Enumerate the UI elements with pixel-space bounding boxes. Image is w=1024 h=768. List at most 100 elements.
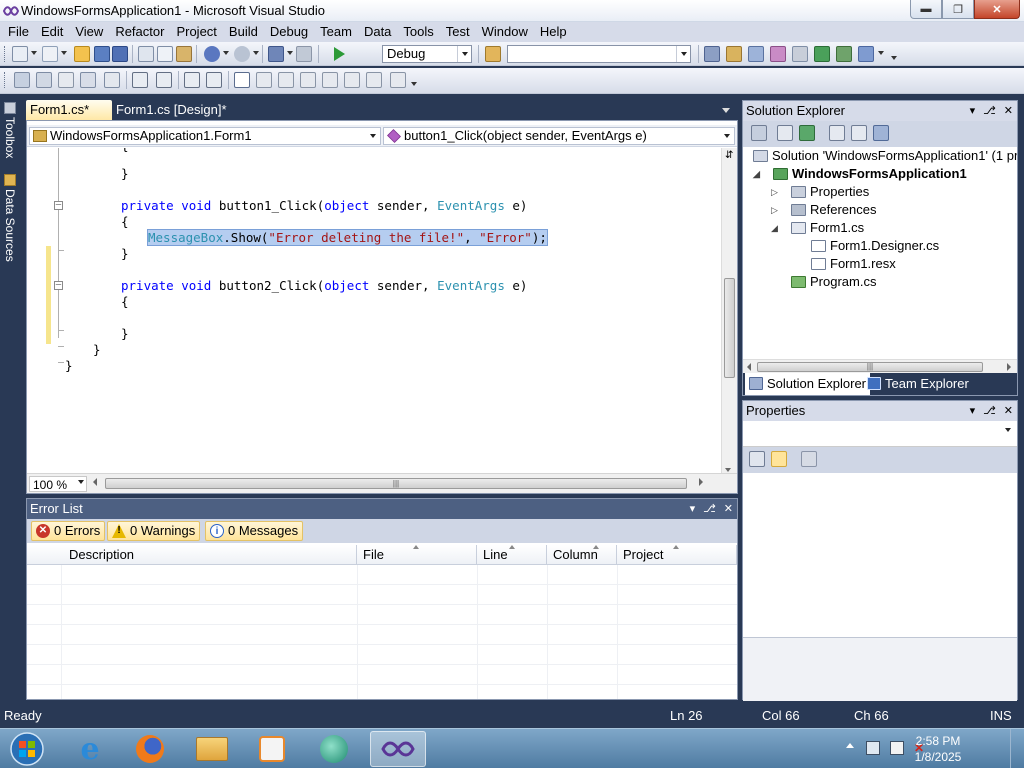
find-in-files-icon[interactable] — [485, 46, 501, 62]
tab-solution-explorer[interactable]: Solution Explorer — [745, 373, 870, 395]
solution-explorer-icon[interactable] — [704, 46, 720, 62]
tree-item-form1-cs[interactable]: ◢ Form1.cs — [771, 219, 864, 237]
navigate-forward-icon[interactable] — [296, 46, 312, 62]
start-button[interactable] — [0, 731, 54, 767]
editor-vertical-scrollbar[interactable]: ⇵ — [721, 148, 737, 474]
start-page-icon[interactable] — [814, 46, 830, 62]
scrollbar-thumb[interactable] — [724, 278, 735, 378]
show-all-files-icon[interactable] — [777, 125, 793, 141]
uncomment-lines-icon[interactable] — [206, 72, 222, 88]
data-sources-tab[interactable]: Data Sources — [2, 174, 18, 262]
toolbar-grip[interactable] — [4, 72, 7, 88]
view-code-icon[interactable] — [829, 125, 845, 141]
show-desktop-button[interactable] — [1010, 729, 1024, 768]
add-item-dropdown-icon[interactable] — [61, 51, 67, 55]
warnings-filter-button[interactable]: ! 0 Warnings — [107, 521, 201, 541]
code-text-area[interactable]: – – { } private void button1_Click(objec… — [27, 148, 721, 474]
paste-icon[interactable] — [176, 46, 192, 62]
tab-form1-cs[interactable]: Form1.cs* — [26, 100, 112, 120]
undo-dropdown-icon[interactable] — [223, 51, 229, 55]
alphabetical-icon[interactable] — [771, 451, 787, 467]
property-pages-icon[interactable] — [801, 451, 817, 467]
scroll-right-icon[interactable] — [1007, 363, 1011, 371]
column-header-project[interactable]: Project — [617, 545, 737, 565]
view-designer-icon[interactable] — [851, 125, 867, 141]
redo-icon[interactable] — [234, 46, 250, 62]
collapse-region-button[interactable]: – — [54, 201, 63, 210]
solution-explorer-horizontal-scrollbar[interactable]: ||| — [743, 359, 1017, 373]
add-item-icon[interactable] — [42, 46, 58, 62]
taskbar-firefox[interactable] — [122, 731, 178, 767]
menu-data[interactable]: Data — [358, 22, 397, 42]
solution-configuration-dropdown[interactable]: Debug — [382, 45, 472, 63]
toolbox-tab[interactable]: Toolbox — [2, 102, 18, 158]
quick-info-icon[interactable] — [58, 72, 74, 88]
find-combo-box[interactable] — [507, 45, 691, 63]
save-all-icon[interactable] — [112, 46, 128, 62]
start-debugging-icon[interactable] — [332, 46, 346, 62]
menu-edit[interactable]: Edit — [35, 22, 69, 42]
close-icon[interactable]: ✕ — [724, 499, 733, 519]
scroll-down-icon[interactable] — [725, 468, 731, 472]
tree-item-project[interactable]: ◢ WindowsFormsApplication1 — [753, 165, 967, 183]
comment-lines-icon[interactable] — [184, 72, 200, 88]
taskbar-visual-studio[interactable] — [370, 731, 426, 767]
next-bookmark-in-folder-icon[interactable] — [322, 72, 338, 88]
horizontal-scroll-track[interactable]: ||| — [101, 476, 691, 491]
previous-bookmark-in-folder-icon[interactable] — [300, 72, 316, 88]
collapse-icon[interactable]: ◢ — [753, 165, 760, 183]
taskbar-internet-explorer[interactable]: e — [62, 731, 118, 767]
messages-filter-button[interactable]: i 0 Messages — [205, 521, 304, 541]
collapse-icon[interactable]: ◢ — [771, 219, 778, 237]
column-header-line[interactable]: Line — [477, 545, 547, 565]
complete-word-icon[interactable] — [80, 72, 96, 88]
command-window-icon[interactable] — [858, 46, 874, 62]
scrollbar-thumb[interactable]: ||| — [757, 362, 983, 372]
object-selector-dropdown[interactable] — [743, 421, 1017, 447]
toggle-bookmark-icon[interactable] — [234, 72, 250, 88]
show-hidden-icons-icon[interactable] — [846, 743, 854, 748]
window-position-dropdown-icon[interactable]: ▾ — [970, 101, 976, 121]
toolbar-overflow-icon[interactable] — [411, 82, 417, 86]
collapse-region-button[interactable]: – — [54, 281, 63, 290]
close-icon[interactable]: ✕ — [1004, 101, 1013, 121]
extension-manager-icon[interactable] — [792, 46, 808, 62]
scroll-left-icon[interactable] — [93, 478, 97, 486]
menu-help[interactable]: Help — [534, 22, 573, 42]
object-browser-icon[interactable] — [748, 46, 764, 62]
increase-indent-icon[interactable] — [156, 72, 172, 88]
decrease-indent-icon[interactable] — [132, 72, 148, 88]
save-icon[interactable] — [94, 46, 110, 62]
close-button[interactable]: ✕ — [974, 0, 1020, 19]
taskbar-file-explorer[interactable] — [184, 731, 240, 767]
expand-icon[interactable]: ▷ — [771, 201, 778, 219]
pin-icon[interactable]: ⎇ — [703, 499, 716, 519]
taskbar-messenger[interactable] — [306, 731, 362, 767]
column-header-description[interactable]: Description — [27, 545, 357, 565]
menu-team[interactable]: Team — [314, 22, 358, 42]
menu-debug[interactable]: Debug — [264, 22, 314, 42]
network-icon[interactable] — [866, 741, 880, 755]
tab-team-explorer[interactable]: Team Explorer — [863, 373, 973, 395]
display-word-icon[interactable] — [104, 72, 120, 88]
members-dropdown[interactable]: button1_Click(object sender, EventArgs e… — [383, 127, 735, 145]
tree-item-form1-designer[interactable]: Form1.Designer.cs — [811, 237, 939, 255]
menu-build[interactable]: Build — [223, 22, 264, 42]
pin-icon[interactable]: ⎇ — [983, 101, 996, 121]
categorized-icon[interactable] — [749, 451, 765, 467]
tree-item-program-cs[interactable]: Program.cs — [791, 273, 876, 291]
taskbar-clock[interactable]: 2:58 PM 1/8/2025 — [908, 733, 968, 765]
tree-item-references[interactable]: ▷ References — [771, 201, 876, 219]
tree-item-form1-resx[interactable]: Form1.resx — [811, 255, 896, 273]
action-center-flag-icon[interactable] — [890, 741, 904, 755]
next-bookmark-in-document-icon[interactable] — [366, 72, 382, 88]
menu-window[interactable]: Window — [476, 22, 534, 42]
expand-icon[interactable]: ▷ — [771, 183, 778, 201]
types-dropdown[interactable]: WindowsFormsApplication1.Form1 — [29, 127, 381, 145]
scroll-left-icon[interactable] — [747, 363, 751, 371]
properties-icon[interactable] — [751, 125, 767, 141]
scroll-right-icon[interactable] — [699, 478, 703, 486]
menu-project[interactable]: Project — [170, 22, 222, 42]
new-project-dropdown-icon[interactable] — [31, 51, 37, 55]
menu-file[interactable]: File — [2, 22, 35, 42]
